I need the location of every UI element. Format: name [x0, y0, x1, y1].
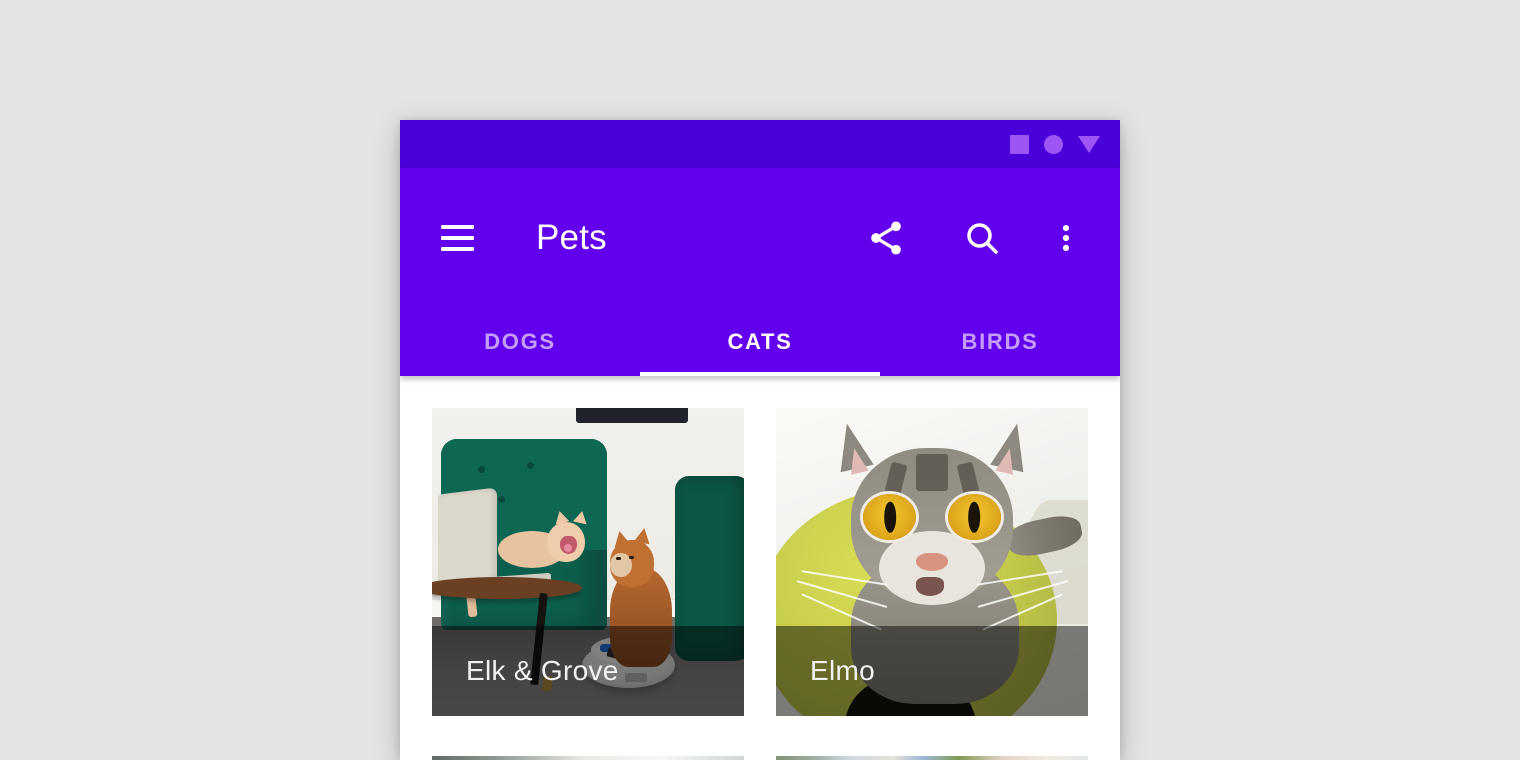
pet-card-image: [432, 756, 744, 760]
tab-dogs[interactable]: DOGS: [400, 308, 640, 376]
tab-bar: DOGS CATS BIRDS: [400, 308, 1120, 376]
tab-cats-label: CATS: [727, 329, 793, 354]
search-icon[interactable]: [954, 210, 1010, 266]
pet-list[interactable]: Elk & Grove Elmo: [400, 376, 1120, 760]
square-indicator-icon: [1010, 134, 1029, 154]
pet-card-name: Elk & Grove: [466, 655, 619, 686]
app-bar: Pets DOGS CATS BIRDS: [400, 168, 1120, 376]
pet-card[interactable]: [776, 756, 1088, 760]
pet-card-caption: Elmo: [776, 626, 1088, 716]
hamburger-menu-icon[interactable]: [434, 215, 480, 261]
pet-card-grid: Elk & Grove Elmo: [432, 408, 1088, 760]
tab-birds-label: BIRDS: [961, 329, 1039, 354]
status-bar: [400, 120, 1120, 168]
pet-photo-illustration: [432, 756, 744, 760]
tab-birds[interactable]: BIRDS: [880, 308, 1120, 376]
triangle-down-indicator-icon: [1078, 135, 1100, 153]
page-title: Pets: [536, 218, 607, 257]
circle-indicator-icon: [1044, 134, 1063, 154]
tab-cats[interactable]: CATS: [640, 308, 880, 376]
share-icon[interactable]: [858, 210, 914, 266]
pet-card-caption: Elk & Grove: [432, 626, 744, 716]
pet-card[interactable]: [432, 756, 744, 760]
more-vert-icon[interactable]: [1046, 210, 1086, 266]
tab-dogs-label: DOGS: [484, 329, 556, 354]
pet-card[interactable]: Elk & Grove: [432, 408, 744, 716]
tab-birds-indicator: [880, 372, 1120, 376]
status-bar-icons: [1010, 134, 1100, 154]
pet-card[interactable]: Elmo: [776, 408, 1088, 716]
pet-card-name: Elmo: [810, 655, 875, 686]
pet-photo-illustration: [776, 756, 1088, 760]
app-window: Pets DOGS CATS BIRDS Elk & Grove Elmo: [400, 120, 1120, 760]
toolbar: Pets: [400, 168, 1120, 308]
tab-dogs-indicator: [400, 372, 640, 376]
pet-card-image: [776, 756, 1088, 760]
tab-cats-indicator: [640, 372, 880, 376]
